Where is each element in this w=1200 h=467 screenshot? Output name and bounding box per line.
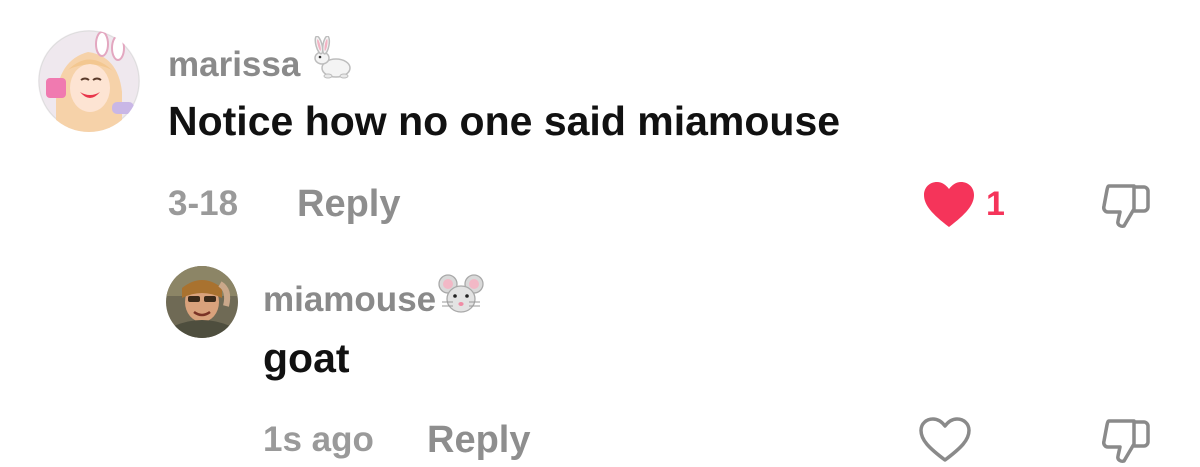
- reply-button[interactable]: Reply: [427, 418, 530, 462]
- username-text: marissa: [168, 44, 301, 84]
- thumbs-down-icon: [1102, 184, 1150, 228]
- reply-timestamp: 1s ago: [263, 420, 374, 459]
- anime-girl-avatar-image: [38, 30, 140, 132]
- reply-text: goat: [263, 335, 350, 381]
- dislike-button[interactable]: [1100, 416, 1154, 467]
- heart-outline-icon: [919, 417, 971, 462]
- reply-button[interactable]: Reply: [297, 182, 400, 226]
- heart-filled-icon: [924, 182, 974, 227]
- rabbit-icon: [306, 35, 354, 93]
- like-button[interactable]: [922, 181, 976, 234]
- dislike-button[interactable]: [1100, 181, 1154, 236]
- mouse-icon: [438, 272, 484, 327]
- comment-text: Notice how no one said miamouse: [168, 98, 841, 144]
- username-text: miamouse: [263, 279, 437, 319]
- like-button[interactable]: [918, 416, 972, 467]
- avatar-miamouse[interactable]: [166, 266, 238, 338]
- like-count: 1: [986, 185, 1005, 223]
- reply-username[interactable]: miamouse: [263, 272, 484, 327]
- avatar-marissa[interactable]: [38, 30, 140, 132]
- comment-thread: marissa Notice how no one said miamouse …: [0, 0, 1200, 467]
- user-photo-avatar-image: [166, 266, 238, 338]
- comment-timestamp: 3-18: [168, 184, 239, 223]
- comment-username[interactable]: marissa: [168, 35, 354, 93]
- thumbs-down-icon: [1102, 419, 1150, 463]
